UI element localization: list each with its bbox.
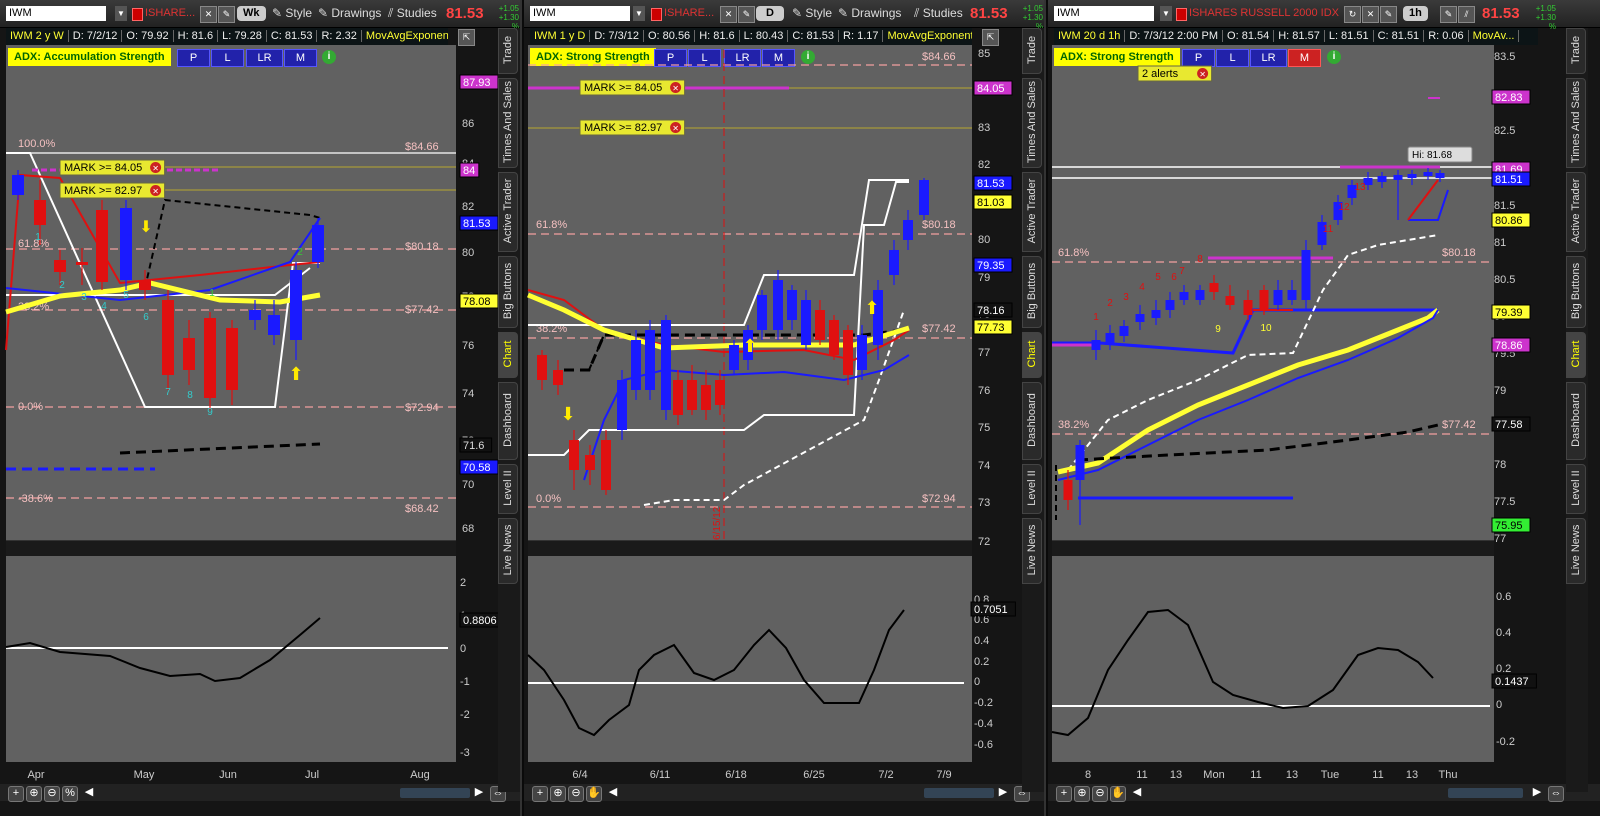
tab-trade[interactable]: Trade [1566,28,1586,74]
lower-tick: 0 [460,643,466,655]
percent-icon[interactable]: % [62,786,78,802]
side-tabs: Trade Times And Sales Active Trader Big … [1566,28,1588,792]
tab-active-trader[interactable]: Active Trader [1566,172,1586,252]
lower-value-box: 0.8806 [463,615,497,627]
tab-live-news[interactable]: Live News [1022,518,1042,584]
tab-times-and-sales[interactable]: Times And Sales [1566,78,1586,168]
lower-tick: 0.6 [1496,591,1511,603]
oscillator-line [1051,608,1434,737]
lower-study-drawing: 0.6 0.4 0.2 0 -0.2 0.1437 [1051,591,1537,748]
zoom-out-icon[interactable]: ⊖ [568,786,584,802]
tab-active-trader[interactable]: Active Trader [498,172,518,252]
scroll-right-icon[interactable]: ▶ [472,786,486,800]
scroll-right-icon[interactable]: ▶ [1530,786,1544,800]
side-tabs: Trade Times And Sales Active Trader Big … [498,28,520,792]
tab-trade[interactable]: Trade [1022,28,1042,74]
lower-tick: 0.4 [1496,627,1511,639]
tab-active-trader[interactable]: Active Trader [1022,172,1042,252]
zoom-in-icon[interactable]: + [532,786,548,802]
oscillator-line [5,617,321,683]
lower-tick: -0.6 [974,739,993,751]
zoom-in-icon[interactable]: + [8,786,24,802]
scroll-left-icon[interactable]: ◀ [606,786,620,800]
tab-times-and-sales[interactable]: Times And Sales [1022,78,1042,168]
scrollbar[interactable] [400,788,470,798]
scroll-right-icon[interactable]: ▶ [996,786,1010,800]
lower-tick: 0.4 [974,635,989,647]
lower-tick: -0.2 [1496,736,1515,748]
side-tabs: Trade Times And Sales Active Trader Big … [1022,28,1044,792]
lower-tick: 2 [460,577,466,589]
chart-panel-1: IWM ▼ ISHARE... ✕ ✎ Wk ✎ Style ✎ Drawing… [0,0,522,816]
tab-times-and-sales[interactable]: Times And Sales [498,78,518,168]
chart-panel-2: IWM ▼ ISHARE... ✕ ✎ D ✎ Style ✎ Drawings… [524,0,1046,816]
scrollbar[interactable] [924,788,994,798]
zoom-box-icon[interactable]: ⊕ [26,786,42,802]
lower-tick: -0.4 [974,718,993,730]
oscillator-line [527,609,905,737]
lower-tick: -3 [460,747,470,759]
lower-tick: 0.2 [974,656,989,668]
hand-icon[interactable]: ✋ [586,786,602,802]
zoom-out-icon[interactable]: ⊖ [44,786,60,802]
tab-live-news[interactable]: Live News [1566,518,1586,584]
lower-tick: 0 [1496,699,1502,711]
lower-tick: 0 [974,676,980,688]
zoom-box-icon[interactable]: ⊕ [1074,786,1090,802]
lower-value-box: 0.7051 [974,604,1008,616]
tab-trade[interactable]: Trade [498,28,518,74]
lower-value-box: 0.1437 [1495,676,1529,688]
lower-study-drawing: 210-1-2-30.8806 [5,577,505,759]
scroll-left-icon[interactable]: ◀ [1130,786,1144,800]
zoom-in-icon[interactable]: + [1056,786,1072,802]
lower-tick: -2 [460,709,470,721]
zoom-box-icon[interactable]: ⊕ [550,786,566,802]
chart-panel-3: IWM ▼ ISHARES RUSSELL 2000 IDX F... ↻ ✕ … [1048,0,1600,816]
lower-tick: 0.2 [1496,663,1511,675]
tab-live-news[interactable]: Live News [498,518,518,584]
fit-icon[interactable]: ⇔ [1548,786,1564,802]
lower-tick: -1 [460,676,470,688]
lower-tick: -0.2 [974,697,993,709]
scroll-left-icon[interactable]: ◀ [82,786,96,800]
zoom-out-icon[interactable]: ⊖ [1092,786,1108,802]
scrollbar[interactable] [1448,788,1523,798]
lower-study-drawing: 0.80.60.40.20-0.2-0.4-0.60.7051 [527,594,1016,751]
hand-icon[interactable]: ✋ [1110,786,1126,802]
